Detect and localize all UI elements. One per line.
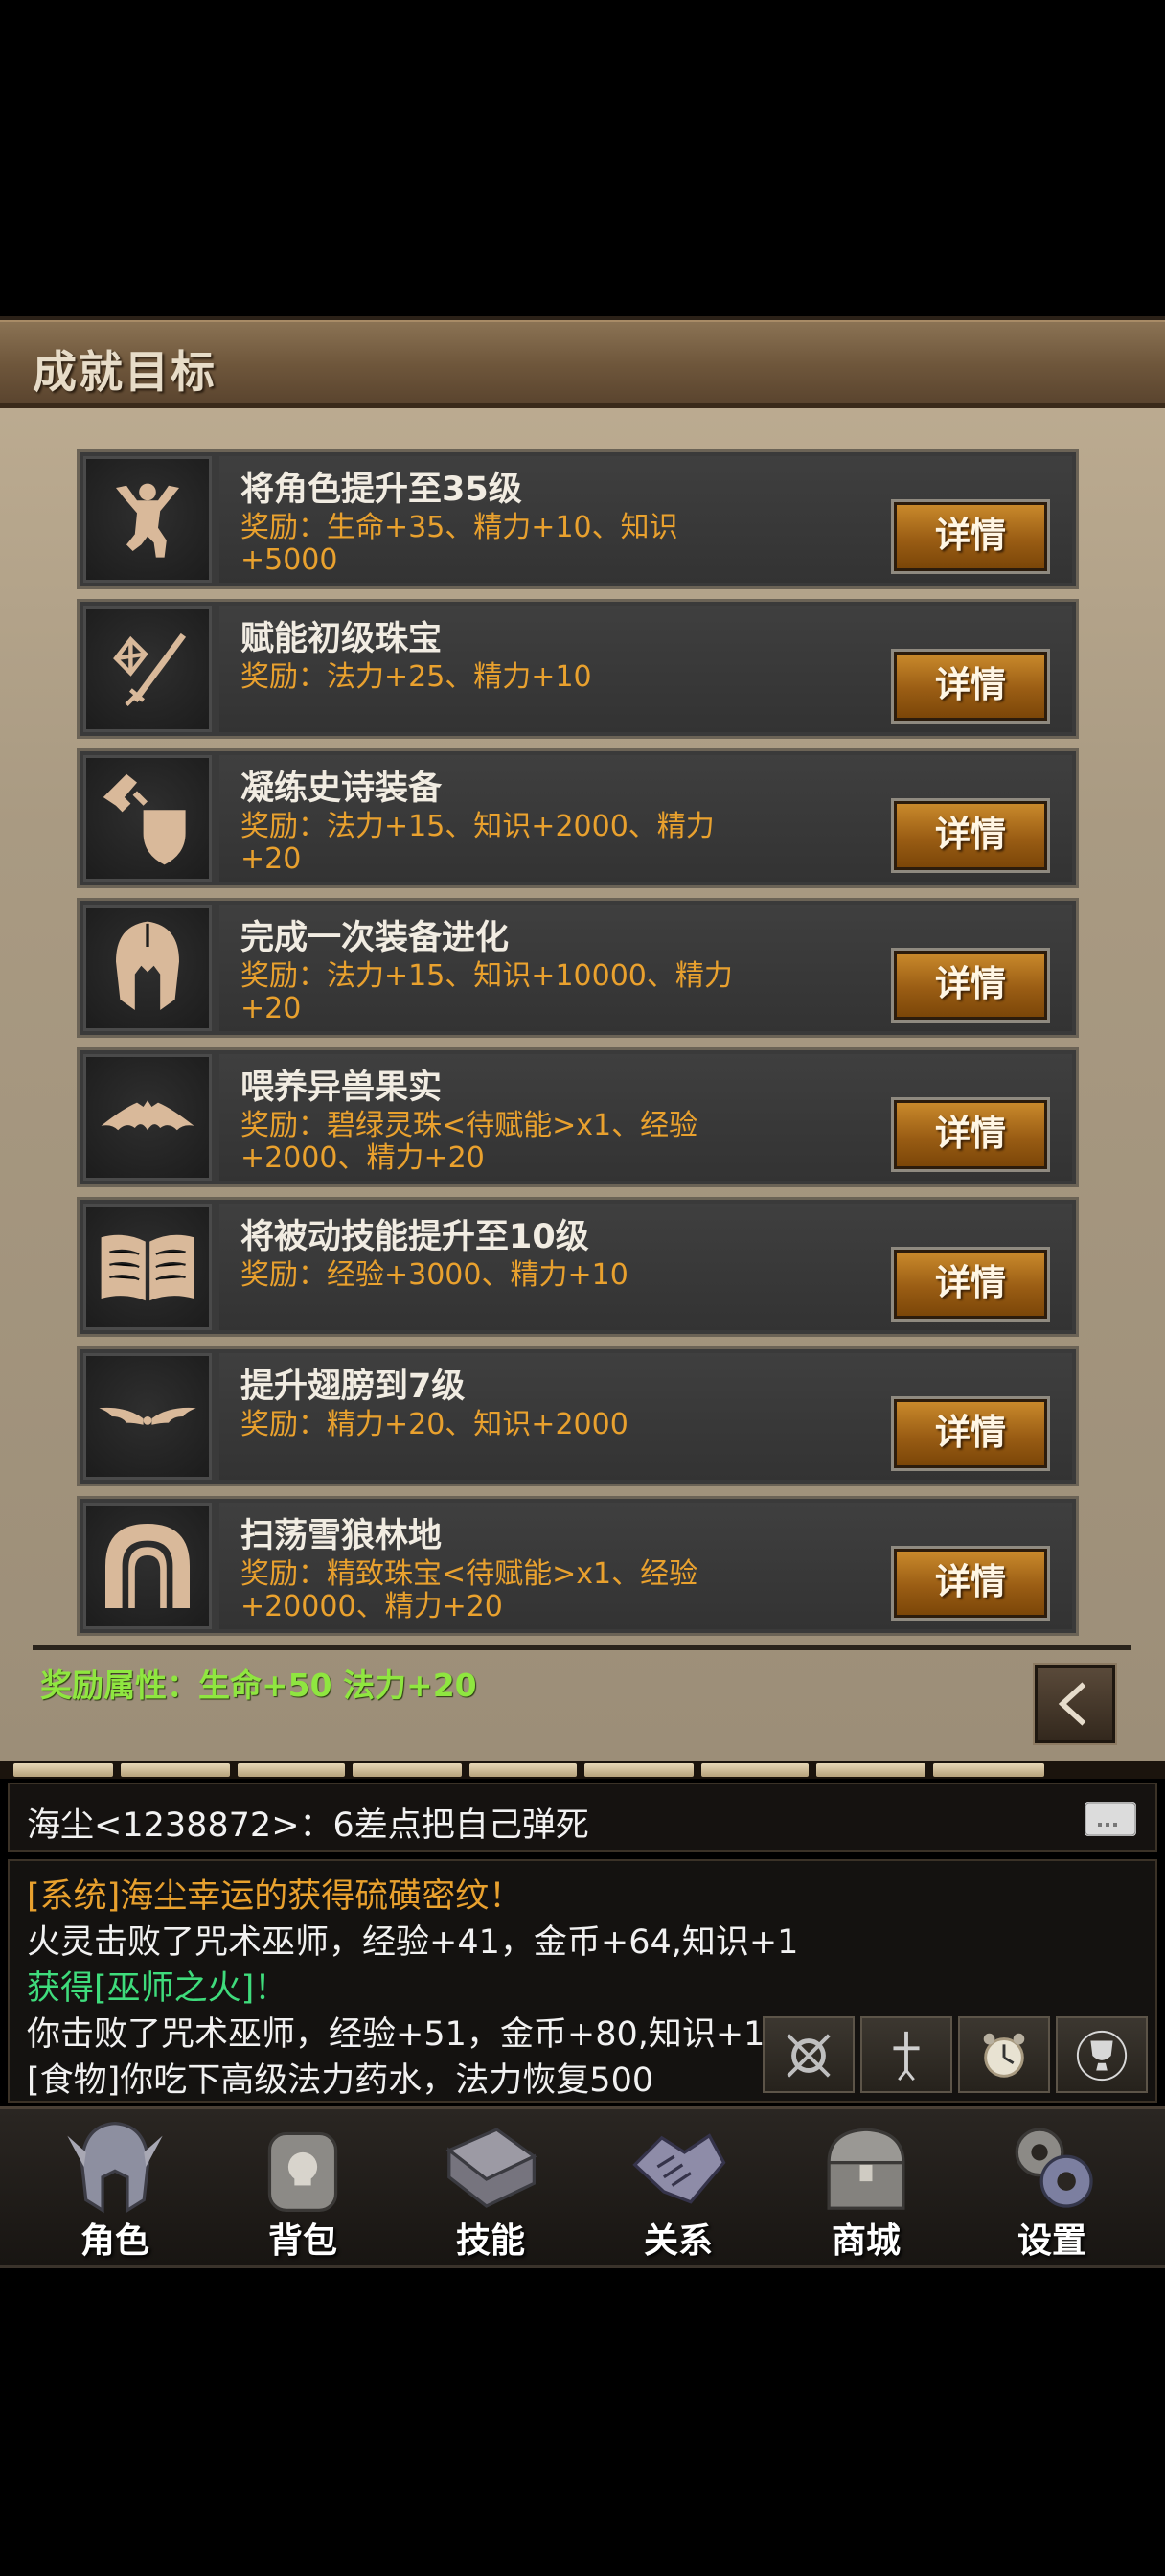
backpack-icon: [267, 2131, 338, 2212]
chat-channel-tab[interactable]: [469, 1763, 577, 1777]
treasure-chest-icon: [827, 2128, 905, 2210]
achievement-reward: 奖励：法力+15、知识+10000、精力+20: [240, 959, 733, 1025]
crossed-swords-gear-icon: [787, 2034, 831, 2078]
keyboard-icon[interactable]: [1085, 1802, 1136, 1836]
flexing-man-icon: [83, 456, 212, 583]
panel-title: 成就目标: [33, 346, 217, 398]
achievement-reward: 奖励：法力+25、精力+10: [240, 660, 592, 694]
achievement-list[interactable]: 将角色提升至35级 奖励：生命+35、精力+10、知识+5000 详情 赋能初级…: [77, 449, 1079, 1647]
achievement-reward: 奖励：经验+3000、精力+10: [240, 1258, 628, 1292]
cave-arch-icon: [83, 1503, 212, 1629]
detail-button[interactable]: 详情: [891, 948, 1050, 1023]
achievement-row: 赋能初级珠宝 奖励：法力+25、精力+10 详情: [77, 599, 1079, 739]
nav-label: 技能: [455, 2221, 525, 2261]
chat-channel-tab[interactable]: [353, 1763, 462, 1777]
detail-button[interactable]: 详情: [891, 649, 1050, 724]
gears-icon: [1015, 2128, 1093, 2208]
chat-channel-tab[interactable]: [933, 1763, 1044, 1777]
detail-button[interactable]: 详情: [891, 1097, 1050, 1172]
wings-icon: [83, 1353, 212, 1480]
achievement-reward: 奖励：法力+15、知识+2000、精力+20: [240, 810, 715, 876]
nav-label: 商城: [831, 2221, 901, 2261]
chat-channel-tab[interactable]: [584, 1763, 694, 1777]
nav-settings[interactable]: 设置: [958, 2109, 1146, 2265]
bat-icon: [83, 1054, 212, 1181]
achievement-row: 提升翅膀到7级 奖励：精力+20、知识+2000 详情: [77, 1346, 1079, 1486]
achievement-title: 提升翅膀到7级: [240, 1368, 466, 1406]
nav-character[interactable]: 角色: [21, 2109, 209, 2265]
achievement-title: 扫荡雪狼林地: [240, 1517, 443, 1555]
spellbook-icon: [445, 2128, 537, 2208]
sword-icon: [893, 2031, 920, 2082]
achievement-row: 扫荡雪狼林地 奖励：精致珠宝<待赋能>x1、经验+20000、精力+20 详情: [77, 1496, 1079, 1636]
nav-label: 背包: [267, 2221, 337, 2261]
chat-log-line: 火灵击败了咒术巫师，经验+41，金币+64,知识+1: [27, 1923, 799, 1962]
chevron-left-icon: [1058, 1682, 1086, 1726]
axe-shield-icon: [83, 755, 212, 882]
chat-log-line: [系统]海尘幸运的获得硫磺密纹！: [27, 1877, 523, 1916]
nav-skills[interactable]: 技能: [397, 2109, 584, 2265]
chat-channel-tab[interactable]: [816, 1763, 925, 1777]
world-chat-message: 海尘<1238872>：6差点把自己弹死: [27, 1806, 589, 1845]
achievement-row: 将角色提升至35级 奖励：生命+35、精力+10、知识+5000 详情: [77, 449, 1079, 589]
bottom-nav: 角色 背包 技能 关系 商城 设置: [0, 2106, 1165, 2268]
chat-channel-strip: [0, 1761, 1165, 1779]
bonus-attributes: 奖励属性：生命+50 法力+20: [40, 1667, 477, 1704]
achievement-reward: 奖励：生命+35、精力+10、知识+5000: [240, 511, 678, 577]
spartan-helmet-icon: [83, 905, 212, 1031]
nav-shop[interactable]: 商城: [772, 2109, 960, 2265]
achievement-title: 将被动技能提升至10级: [240, 1218, 589, 1256]
nav-label: 关系: [643, 2221, 713, 2261]
trophy-button[interactable]: [1056, 2016, 1148, 2093]
helmet-icon: [67, 2122, 163, 2214]
world-chat-bar[interactable]: 海尘<1238872>：6差点把自己弹死: [8, 1782, 1157, 1852]
achievement-reward: 奖励：碧绿灵珠<待赋能>x1、经验+2000、精力+20: [240, 1109, 698, 1175]
detail-button[interactable]: 详情: [891, 1546, 1050, 1621]
achievement-title: 完成一次装备进化: [240, 919, 510, 957]
achievement-reward: 奖励：精致珠宝<待赋能>x1、经验+20000、精力+20: [240, 1557, 698, 1623]
achievement-title: 赋能初级珠宝: [240, 620, 443, 658]
battle-gear-button[interactable]: [763, 2016, 855, 2093]
chat-channel-tab[interactable]: [13, 1763, 113, 1777]
detail-button[interactable]: 详情: [891, 499, 1050, 574]
achievement-row: 喂养异兽果实 奖励：碧绿灵珠<待赋能>x1、经验+2000、精力+20 详情: [77, 1047, 1079, 1187]
achievement-title: 喂养异兽果实: [240, 1069, 443, 1107]
chat-log-line: 获得[巫师之火]！: [27, 1969, 288, 2008]
nav-backpack[interactable]: 背包: [209, 2109, 397, 2265]
back-button[interactable]: [1033, 1663, 1117, 1745]
nav-relations[interactable]: 关系: [584, 2109, 772, 2265]
list-divider: [33, 1644, 1131, 1650]
sword-button[interactable]: [860, 2016, 952, 2093]
gem-sword-icon: [83, 606, 212, 732]
nav-label: 设置: [1017, 2221, 1086, 2261]
handshake-icon: [632, 2133, 726, 2204]
detail-button[interactable]: 详情: [891, 1396, 1050, 1471]
chat-log-line: [食物]你吃下高级法力药水，法力恢复500: [27, 2061, 654, 2100]
achievement-row: 完成一次装备进化 奖励：法力+15、知识+10000、精力+20 详情: [77, 898, 1079, 1038]
open-book-icon: [83, 1204, 212, 1330]
achievement-title: 凝练史诗装备: [240, 770, 443, 808]
achievement-reward: 奖励：精力+20、知识+2000: [240, 1408, 628, 1441]
detail-button[interactable]: 详情: [891, 798, 1050, 873]
nav-label: 角色: [80, 2221, 149, 2261]
detail-button[interactable]: 详情: [891, 1247, 1050, 1322]
trophy-icon: [1076, 2030, 1128, 2082]
chat-channel-tab[interactable]: [701, 1763, 809, 1777]
chat-channel-tab[interactable]: [121, 1763, 230, 1777]
alarm-clock-icon: [983, 2033, 1025, 2078]
chat-channel-tab[interactable]: [238, 1763, 345, 1777]
panel-header: 成就目标: [0, 320, 1165, 408]
achievement-title: 将角色提升至35级: [240, 471, 522, 509]
achievement-panel: 成就目标 将角色提升至35级 奖励：生命+35、精力+10、知识+5000 详情: [0, 316, 1165, 1767]
achievement-row: 凝练史诗装备 奖励：法力+15、知识+2000、精力+20 详情: [77, 748, 1079, 888]
alarm-clock-button[interactable]: [958, 2016, 1050, 2093]
achievement-row: 将被动技能提升至10级 奖励：经验+3000、精力+10 详情: [77, 1197, 1079, 1337]
chat-log-line: 你击败了咒术巫师，经验+51，金币+80,知识+1: [27, 2015, 765, 2054]
